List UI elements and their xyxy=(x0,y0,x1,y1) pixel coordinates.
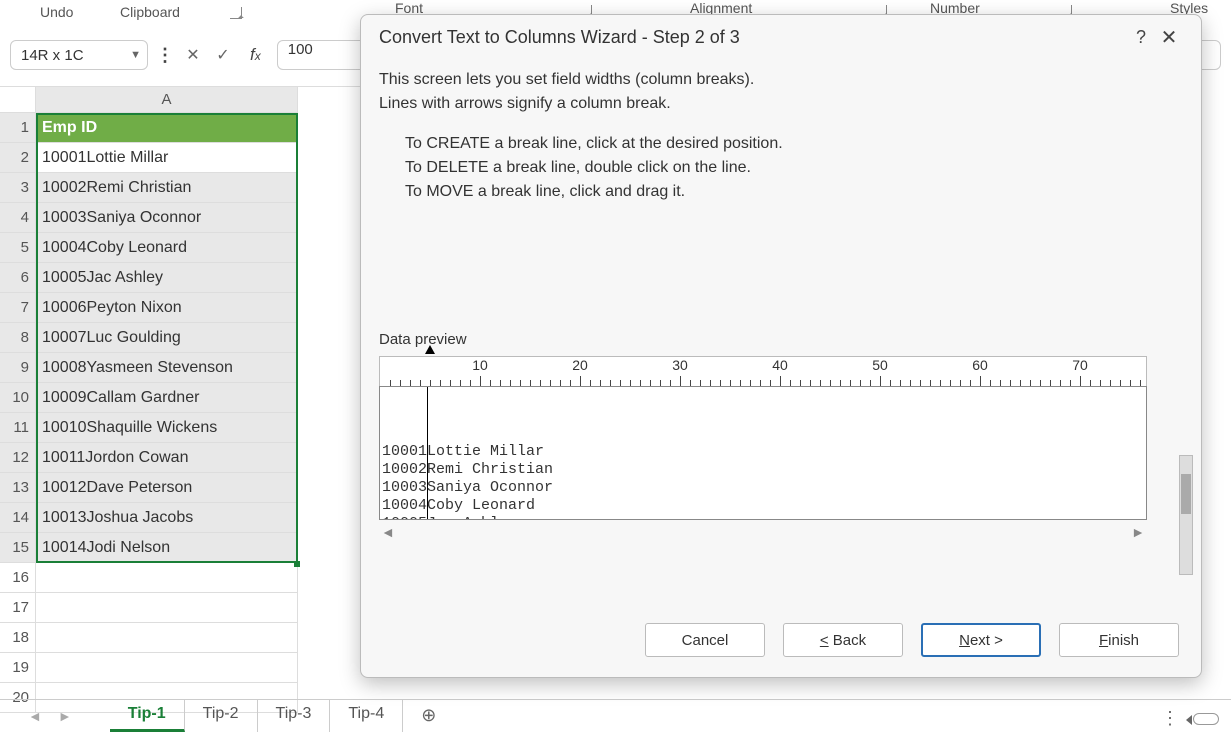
preview-line: 10001Lottie Millar xyxy=(382,443,1144,461)
next-button[interactable]: Next > xyxy=(921,623,1041,657)
preview-label: Data preview xyxy=(379,331,1183,348)
row-header[interactable]: 9 xyxy=(0,353,36,383)
data-cell[interactable]: 10005Jac Ashley xyxy=(36,263,298,293)
colon-icon: ⋮ xyxy=(156,45,174,66)
row-header[interactable]: 17 xyxy=(0,593,36,623)
text-to-columns-dialog: Convert Text to Columns Wizard - Step 2 … xyxy=(360,14,1202,678)
tab-nav-left-icon[interactable]: ◄ xyxy=(20,708,50,724)
row-header[interactable]: 11 xyxy=(0,413,36,443)
dialog-intro-2: Lines with arrows signify a column break… xyxy=(379,95,1183,113)
row-header[interactable]: 18 xyxy=(0,623,36,653)
preview-line: 10005Jac Ashley xyxy=(382,515,1144,520)
preview-vertical-scrollbar[interactable] xyxy=(1179,455,1193,575)
preview-scroll-left-icon[interactable]: ◄ xyxy=(381,524,395,540)
instr-create: To CREATE a break line, click at the des… xyxy=(405,135,1183,153)
preview-ruler[interactable]: 10 20 30 40 50 60 70 xyxy=(379,356,1147,386)
sheet-tab[interactable]: Tip-1 xyxy=(110,699,185,732)
chevron-down-icon[interactable]: ▼ xyxy=(130,49,141,61)
spreadsheet-grid[interactable]: A 1 Emp ID 210001Lottie Millar310002Remi… xyxy=(0,86,360,695)
data-cell[interactable]: 10003Saniya Oconnor xyxy=(36,203,298,233)
add-sheet-button[interactable]: ⊕ xyxy=(403,699,454,732)
tab-nav-right-icon[interactable]: ► xyxy=(50,708,80,724)
dialog-intro-1: This screen lets you set field widths (c… xyxy=(379,71,1183,89)
ruler-tick-label: 40 xyxy=(772,357,788,373)
data-cell[interactable]: 10001Lottie Millar xyxy=(36,143,298,173)
formula-value: 100 xyxy=(288,41,313,58)
cancel-button[interactable]: Cancel xyxy=(645,623,765,657)
data-cell[interactable]: 10004Coby Leonard xyxy=(36,233,298,263)
data-cell[interactable]: 10002Remi Christian xyxy=(36,173,298,203)
dialog-title: Convert Text to Columns Wizard - Step 2 … xyxy=(379,27,740,48)
row-header[interactable]: 5 xyxy=(0,233,36,263)
cancel-entry-icon[interactable]: ✕ xyxy=(182,45,204,65)
row-header[interactable]: 6 xyxy=(0,263,36,293)
ruler-tick-label: 60 xyxy=(972,357,988,373)
data-cell[interactable]: 10006Peyton Nixon xyxy=(36,293,298,323)
confirm-entry-icon[interactable]: ✓ xyxy=(212,45,234,65)
break-line[interactable] xyxy=(427,387,428,519)
row-header[interactable]: 13 xyxy=(0,473,36,503)
empty-rows: 1617181920 xyxy=(0,563,360,713)
row-header[interactable]: 2 xyxy=(0,143,36,173)
fx-icon[interactable]: fx xyxy=(250,45,261,65)
ruler-tick-label: 30 xyxy=(672,357,688,373)
preview-line: 10002Remi Christian xyxy=(382,461,1144,479)
row-header[interactable]: 14 xyxy=(0,503,36,533)
empty-cell[interactable] xyxy=(36,623,298,653)
row-header[interactable]: 16 xyxy=(0,563,36,593)
sheet-tab[interactable]: Tip-4 xyxy=(330,699,403,732)
dialog-launcher-icon[interactable] xyxy=(230,7,242,19)
row-header[interactable]: 15 xyxy=(0,533,36,563)
close-icon[interactable]: ✕ xyxy=(1155,25,1183,50)
column-header-a[interactable]: A xyxy=(36,87,298,113)
preview-box[interactable]: 10001Lottie Millar10002Remi Christian100… xyxy=(379,386,1147,520)
ruler-tick-label: 70 xyxy=(1072,357,1088,373)
instr-delete: To DELETE a break line, double click on … xyxy=(405,159,1183,177)
ruler-tick-label: 50 xyxy=(872,357,888,373)
row-header[interactable]: 8 xyxy=(0,323,36,353)
data-cell[interactable]: 10014Jodi Nelson xyxy=(36,533,298,563)
row-header[interactable]: 4 xyxy=(0,203,36,233)
cell-a1-header[interactable]: Emp ID xyxy=(36,113,298,143)
data-rows: 210001Lottie Millar310002Remi Christian4… xyxy=(0,143,360,563)
row-header[interactable]: 12 xyxy=(0,443,36,473)
ribbon-undo-label[interactable]: Undo xyxy=(40,4,73,20)
data-cell[interactable]: 10010Shaquille Wickens xyxy=(36,413,298,443)
data-cell[interactable]: 10008Yasmeen Stevenson xyxy=(36,353,298,383)
sheet-tab[interactable]: Tip-2 xyxy=(185,699,258,732)
back-button[interactable]: < Back xyxy=(783,623,903,657)
finish-button[interactable]: Finish xyxy=(1059,623,1179,657)
row-header[interactable]: 3 xyxy=(0,173,36,203)
help-button[interactable]: ? xyxy=(1127,27,1155,48)
sheet-tab-bar: ◄ ► Tip-1Tip-2Tip-3Tip-4 ⊕ xyxy=(0,699,1231,731)
sheet-tab[interactable]: Tip-3 xyxy=(258,699,331,732)
row-header[interactable]: 10 xyxy=(0,383,36,413)
empty-cell[interactable] xyxy=(36,653,298,683)
row-header[interactable]: 19 xyxy=(0,653,36,683)
row-header[interactable]: 1 xyxy=(0,113,36,143)
name-box[interactable]: 14R x 1C ▼ xyxy=(10,40,148,70)
preview-line: 10003Saniya Oconnor xyxy=(382,479,1144,497)
preview-scroll-right-icon[interactable]: ► xyxy=(1131,524,1145,540)
data-cell[interactable]: 10011Jordon Cowan xyxy=(36,443,298,473)
break-arrow-icon[interactable] xyxy=(425,345,435,354)
instr-move: To MOVE a break line, click and drag it. xyxy=(405,183,1183,201)
horizontal-scrollbar[interactable] xyxy=(1193,713,1219,725)
empty-cell[interactable] xyxy=(36,563,298,593)
data-cell[interactable]: 10012Dave Peterson xyxy=(36,473,298,503)
data-cell[interactable]: 10013Joshua Jacobs xyxy=(36,503,298,533)
preview-line: 10004Coby Leonard xyxy=(382,497,1144,515)
row-header[interactable]: 7 xyxy=(0,293,36,323)
data-cell[interactable]: 10009Callam Gardner xyxy=(36,383,298,413)
data-cell[interactable]: 10007Luc Goulding xyxy=(36,323,298,353)
select-all-corner[interactable] xyxy=(0,87,36,113)
empty-cell[interactable] xyxy=(36,593,298,623)
ribbon-clipboard-label[interactable]: Clipboard xyxy=(120,4,180,20)
ruler-tick-label: 20 xyxy=(572,357,588,373)
name-box-value: 14R x 1C xyxy=(21,47,84,64)
ruler-tick-label: 10 xyxy=(472,357,488,373)
more-options-icon[interactable]: ⋮ xyxy=(1161,708,1179,729)
